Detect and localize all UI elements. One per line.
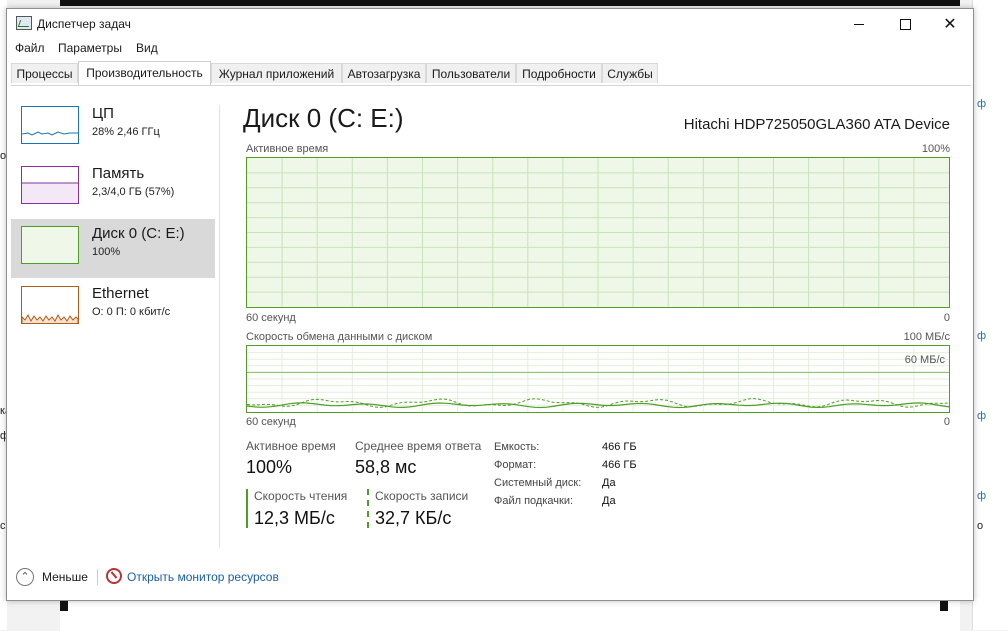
active-time-stat-value: 100% [246, 457, 293, 477]
device-name: Hitachi HDP725050GLA360 ATA Device [683, 116, 950, 133]
minimize-button[interactable] [836, 9, 882, 39]
read-speed-label: Скорость чтения [254, 489, 348, 503]
read-speed-marker [246, 489, 248, 528]
footer-separator [97, 569, 98, 585]
background-window-bottom [60, 600, 960, 631]
resource-monitor-icon[interactable] [106, 568, 122, 584]
resource-monitor-link[interactable]: Открыть монитор ресурсов [127, 570, 279, 584]
read-speed-value: 12,3 МБ/с [254, 508, 335, 528]
task-manager-icon [16, 16, 32, 30]
transfer-rate-graph: 60 МБ/с [246, 345, 950, 413]
window-title: Диспетчер задач [37, 17, 131, 31]
menu-options[interactable]: Параметры [58, 41, 122, 55]
transfer-graph-label: Скорость обмена данными с диском [246, 331, 433, 343]
transfer-graph-max: 100 МБ/с [903, 331, 950, 343]
disk-performance-panel: Диск 0 (C: E:) Hitachi HDP725050GLA360 A… [243, 99, 953, 549]
sidebar-item-label: Ethernet [92, 285, 149, 302]
cpu-thumbnail [21, 106, 79, 144]
sidebar-item-label: ЦП [92, 105, 114, 122]
response-time-label: Среднее время ответа [355, 439, 482, 453]
property-value: Да [602, 495, 616, 507]
background-text: с [0, 520, 6, 532]
memory-thumbnail [21, 166, 79, 204]
footer: ⌃ Меньше Открыть монитор ресурсов [7, 564, 973, 594]
background-text: о [977, 520, 984, 532]
page-title: Диск 0 (C: E:) [243, 103, 404, 133]
background-text: ф [977, 490, 987, 502]
active-graph-timespan: 60 секунд [246, 312, 296, 324]
response-time-value: 58,8 мс [355, 457, 417, 477]
task-manager-window: Диспетчер задач ✕ Файл Параметры Вид Про… [6, 8, 974, 601]
transfer-graph-min: 0 [943, 416, 950, 428]
close-button[interactable]: ✕ [927, 9, 973, 39]
transfer-rate-plot [247, 346, 949, 412]
chevron-up-icon[interactable]: ⌃ [16, 568, 34, 586]
fewer-details-button[interactable]: Меньше [42, 570, 88, 584]
active-graph-max: 100% [921, 143, 950, 155]
sidebar-item-value: 28% 2,46 ГГц [92, 126, 160, 138]
property-label: Емкость: [494, 441, 540, 453]
active-time-graph [246, 157, 950, 308]
transfer-graph-marker: 60 МБ/с [904, 354, 945, 366]
property-label: Формат: [494, 459, 537, 471]
tab-details[interactable]: Подробности [516, 63, 602, 83]
ethernet-thumbnail [21, 286, 79, 324]
sidebar-item-ethernet[interactable]: Ethernet О: 0 П: 0 кбит/с [11, 279, 215, 338]
sidebar-item-disk[interactable]: Диск 0 (C: E:) 100% [11, 219, 215, 278]
transfer-graph-timespan: 60 секунд [246, 416, 296, 428]
property-value: 466 ГБ [602, 459, 637, 471]
sidebar-item-label: Память [92, 165, 145, 182]
sidebar-item-value: 2,3/4,0 ГБ (57%) [92, 186, 175, 198]
close-icon: ✕ [943, 16, 957, 33]
active-time-grid [247, 158, 949, 307]
tab-users[interactable]: Пользователи [426, 63, 516, 83]
write-speed-value: 32,7 КБ/с [375, 508, 452, 528]
active-graph-label: Активное время [246, 143, 329, 155]
tab-startup[interactable]: Автозагрузка [342, 63, 426, 83]
background-text: ф [977, 98, 987, 110]
tab-performance[interactable]: Производительность [78, 61, 211, 85]
background-window-right: ф ф ф ф о [972, 0, 1008, 630]
active-graph-min: 0 [943, 312, 950, 324]
minimize-icon [854, 23, 864, 25]
tab-services[interactable]: Службы [602, 63, 658, 83]
active-time-stat-label: Активное время [246, 439, 336, 453]
write-speed-label: Скорость записи [375, 489, 469, 503]
resource-sidebar: ЦП 28% 2,46 ГГц Память 2,3/4,0 ГБ (57%) … [7, 99, 219, 559]
menu-file[interactable]: Файл [15, 41, 45, 55]
property-label: Системный диск: [494, 477, 582, 489]
sidebar-item-value: 100% [92, 246, 121, 258]
sidebar-item-memory[interactable]: Память 2,3/4,0 ГБ (57%) [11, 159, 215, 218]
write-speed-marker [367, 489, 369, 528]
sidebar-item-cpu[interactable]: ЦП 28% 2,46 ГГц [11, 99, 215, 158]
background-window-edge [60, 0, 960, 6]
sidebar-item-label: Диск 0 (C: E:) [92, 225, 185, 242]
tab-processes[interactable]: Процессы [11, 63, 78, 83]
maximize-icon [899, 18, 911, 30]
menu-view[interactable]: Вид [136, 41, 158, 55]
property-label: Файл подкачки: [494, 495, 574, 507]
title-bar: Диспетчер задач ✕ [7, 9, 973, 39]
property-value: 466 ГБ [602, 441, 637, 453]
sidebar-item-value: О: 0 П: 0 кбит/с [92, 306, 171, 318]
property-value: Да [602, 477, 616, 489]
tab-strip: Процессы Производительность Журнал прило… [11, 61, 971, 86]
disk-thumbnail [21, 226, 79, 264]
background-text: ф [977, 330, 987, 342]
maximize-button[interactable] [882, 9, 928, 39]
background-text: ф [977, 410, 987, 422]
panel-divider [219, 105, 220, 548]
tab-app-history[interactable]: Журнал приложений [211, 63, 342, 83]
